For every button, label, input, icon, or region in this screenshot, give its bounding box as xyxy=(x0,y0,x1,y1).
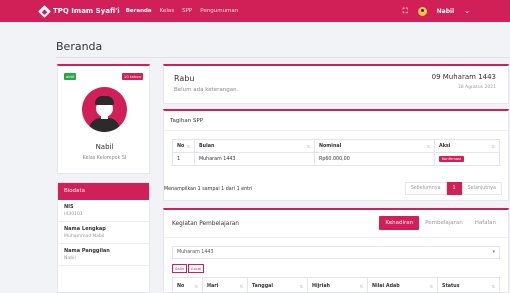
table-info: Menampilkan 1 sampai 1 dari 1 entri xyxy=(164,187,253,192)
cell-nominal: Rp60.000,00 xyxy=(314,152,435,166)
biodata-label: Nama Lengkap xyxy=(64,226,106,232)
column-header-nominal[interactable]: Nominal ⇅ xyxy=(314,139,435,153)
spp-table: No ⇅ Bulan ⇅ Nominal ⇅ Aksi ⇅ 1 Muharam 1443… xyxy=(172,139,500,166)
nav-link-pengumuman[interactable]: Pengumuman xyxy=(200,8,238,14)
column-header-bulan[interactable]: Bulan ⇅ xyxy=(194,139,315,153)
cell-aksi: Konfirmasi xyxy=(434,152,500,166)
chevron-down-icon[interactable]: ⌄ xyxy=(464,7,470,15)
spp-card: Tagihan SPP No ⇅ Bulan ⇅ Nominal ⇅ Aksi ⇅ 1 … xyxy=(163,109,509,201)
table-row: 1 Muharam 1443 Rp60.000,00 Konfirmasi xyxy=(172,152,500,166)
sort-icon: ⇅ xyxy=(194,284,198,289)
tab-kehadiran[interactable]: Kehadiran xyxy=(379,216,420,230)
prev-page-button[interactable]: Sebelumnya xyxy=(404,182,447,195)
month-select-value: Muharam 1443 xyxy=(177,250,214,255)
day-description: Belum ada keterangan. xyxy=(174,87,239,93)
cell-bulan: Muharam 1443 xyxy=(194,152,315,166)
page-title: Beranda xyxy=(56,40,103,53)
nav-link-beranda[interactable]: Beranda xyxy=(126,8,152,14)
hijri-date: 09 Muharam 1443 xyxy=(431,73,496,81)
brand-name: TPQ Imam Syafi'i xyxy=(53,7,120,15)
column-header-aksi[interactable]: Aksi ⇅ xyxy=(434,139,500,153)
cell-no: 1 xyxy=(172,152,195,166)
brand[interactable]: TPQ Imam Syafi'i xyxy=(38,4,120,18)
column-header-hari[interactable]: Hari ⇅ xyxy=(202,277,248,293)
biodata-label: NIS xyxy=(64,204,74,210)
divider xyxy=(56,57,510,58)
column-header-no[interactable]: No ⇅ xyxy=(172,277,203,293)
sort-icon: ⇅ xyxy=(359,284,363,289)
biodata-card: Biodata NIS I430101 Nama Lengkap Muhamma… xyxy=(57,182,150,293)
sort-icon: ⇅ xyxy=(491,143,495,149)
day-label: Rabu xyxy=(174,74,195,83)
biodata-title: Biodata xyxy=(58,183,149,200)
biodata-value: Nabil xyxy=(64,256,76,261)
kegiatan-card: Kegiatan Pembelajaran Kehadiran Pembelaj… xyxy=(163,208,509,293)
profile-class: Kelas Kelompok SI xyxy=(82,156,127,161)
biodata-value: Muhammad Nabil xyxy=(64,234,105,239)
spp-title: Tagihan SPP xyxy=(170,118,204,124)
sort-icon: ⇅ xyxy=(429,284,433,289)
sort-icon: ⇅ xyxy=(491,284,495,289)
biodata-row: Nama Panggilan Nabil xyxy=(58,244,149,266)
sort-icon: ⇅ xyxy=(426,143,430,149)
age-badge: 10 tahun xyxy=(121,73,143,80)
sort-icon: ⇅ xyxy=(299,284,303,289)
page-button[interactable]: 1 xyxy=(446,182,462,195)
sort-icon: ⇅ xyxy=(239,284,243,289)
tab-hafalan[interactable]: Hafalan xyxy=(469,216,502,230)
biodata-value: I430101 xyxy=(64,212,83,217)
column-header-hijriah[interactable]: Hijriah ⇅ xyxy=(307,277,368,293)
kegiatan-title: Kegiatan Pembelajaran xyxy=(172,221,239,227)
excel-button[interactable]: Excel xyxy=(188,264,205,273)
sort-icon: ⇅ xyxy=(186,143,190,149)
salin-button[interactable]: Salin xyxy=(172,264,188,273)
diamond-logo-icon xyxy=(38,4,51,18)
column-header-no[interactable]: No ⇅ xyxy=(172,139,195,153)
gregorian-date: 18 Agustus 2021 xyxy=(457,85,496,90)
konfirmasi-button[interactable]: Konfirmasi xyxy=(439,155,464,162)
expand-icon[interactable]: ⛶ xyxy=(403,7,408,16)
table-header-row: No ⇅ Bulan ⇅ Nominal ⇅ Aksi ⇅ xyxy=(172,139,500,153)
biodata-label: Nama Panggilan xyxy=(64,248,110,254)
month-select[interactable]: Muharam 1443 ▾ xyxy=(172,246,500,259)
top-navbar: TPQ Imam Syafi'i Beranda Kelas SPP Pengu… xyxy=(0,0,510,22)
table-header-row: No ⇅ Hari ⇅ Tanggal ⇅ Hijriah ⇅ Nilai Adab ⇅ … xyxy=(172,277,500,293)
export-buttons: Salin Excel xyxy=(172,264,205,273)
tab-pembelajaran[interactable]: Pembelajaran xyxy=(419,216,469,230)
column-header-status[interactable]: Status ⇅ xyxy=(437,277,500,293)
kegiatan-tabs: Kehadiran Pembelajaran Hafalan xyxy=(379,216,502,230)
user-name[interactable]: Nabil xyxy=(437,8,454,15)
nav-link-kelas[interactable]: Kelas xyxy=(160,8,174,14)
pagination: Sebelumnya 1 Selanjutnya xyxy=(404,182,502,195)
profile-card: aktif 10 tahun Nabil Kelas Kelompok SI xyxy=(57,64,150,174)
column-header-nilai-adab[interactable]: Nilai Adab ⇅ xyxy=(367,277,438,293)
avatar[interactable] xyxy=(417,6,427,16)
status-badge: aktif xyxy=(64,73,77,80)
profile-name: Nabil xyxy=(95,143,114,151)
profile-avatar xyxy=(82,87,127,132)
biodata-row: NIS I430101 xyxy=(58,200,149,222)
nav-user-area: ⛶ Nabil ⌄ xyxy=(403,6,470,16)
caret-down-icon: ▾ xyxy=(492,250,495,255)
next-page-button[interactable]: Selanjutnya xyxy=(461,182,502,195)
divider xyxy=(164,130,508,131)
sort-icon: ⇅ xyxy=(306,143,310,149)
kegiatan-table: No ⇅ Hari ⇅ Tanggal ⇅ Hijriah ⇅ Nilai Adab ⇅ … xyxy=(172,277,500,293)
column-header-tanggal[interactable]: Tanggal ⇅ xyxy=(247,277,308,293)
nav-link-spp[interactable]: SPP xyxy=(182,8,192,14)
date-card: Rabu Belum ada keterangan. 09 Muharam 14… xyxy=(163,64,509,104)
biodata-row: Nama Lengkap Muhammad Nabil xyxy=(58,222,149,244)
divider xyxy=(164,237,508,238)
